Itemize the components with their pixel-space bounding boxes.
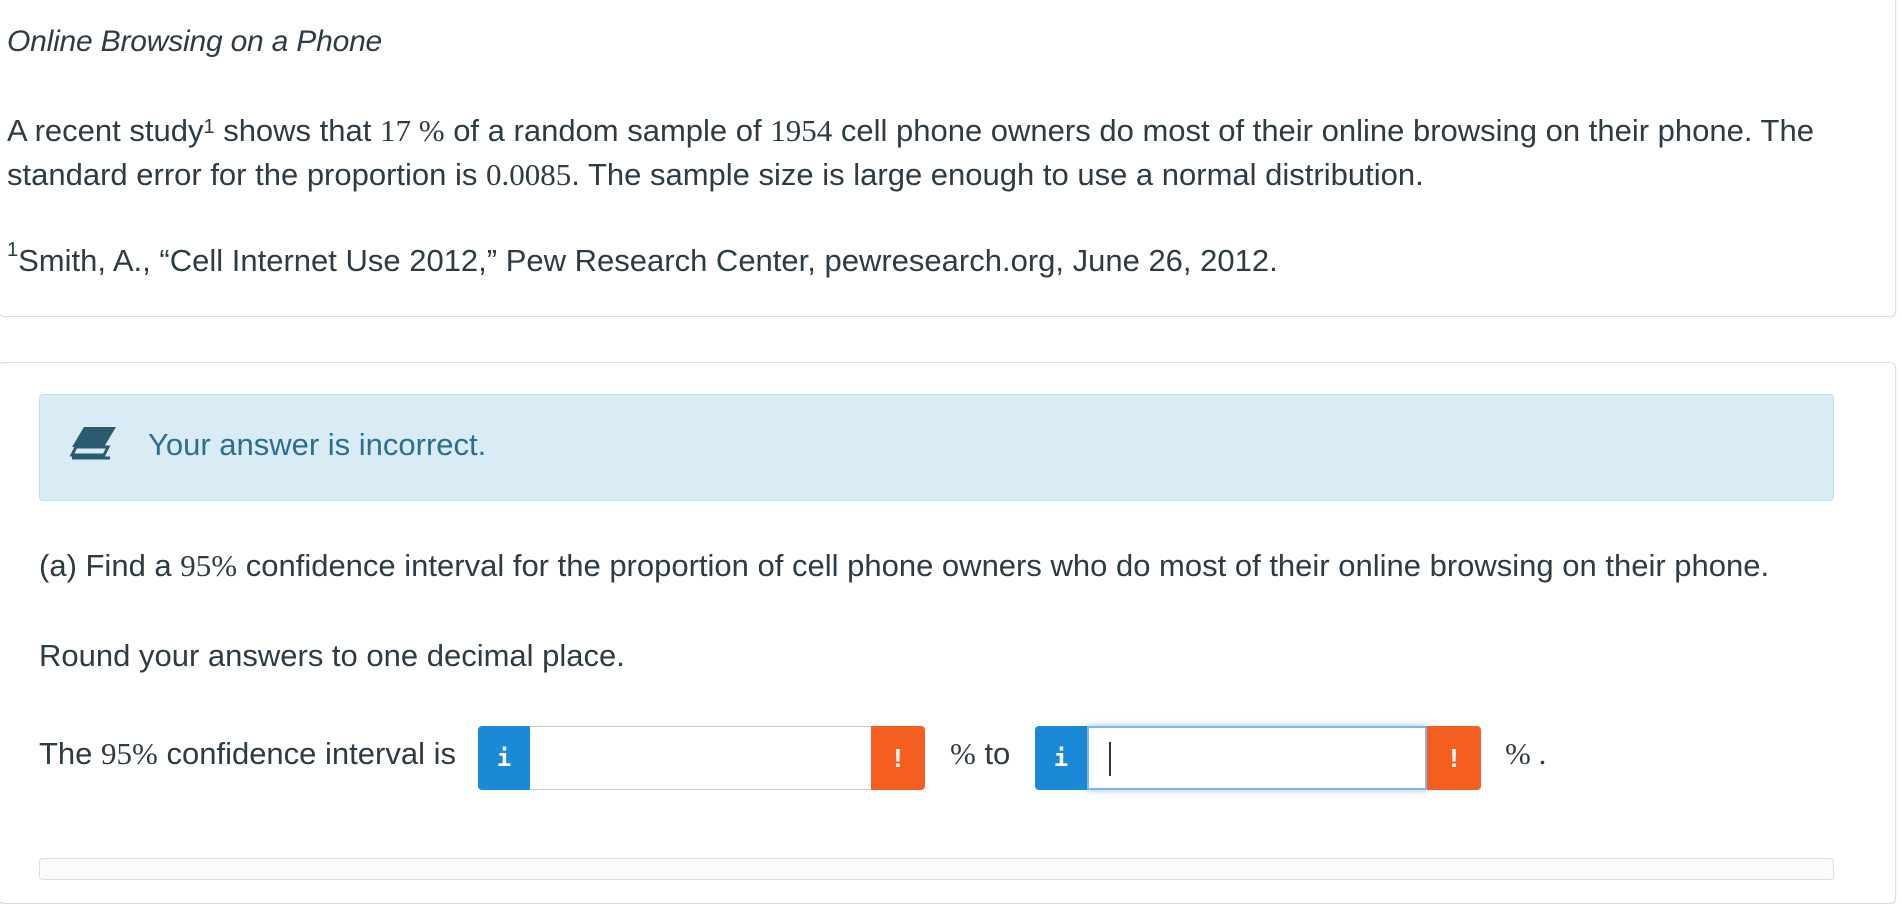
end-unit: % .: [1505, 736, 1547, 771]
problem-statement: A recent study1 shows that 17 % of a ran…: [7, 113, 1814, 192]
upper-warning-button[interactable]: !: [1427, 726, 1481, 790]
sample-size: 1954: [770, 113, 833, 148]
percent-value: 17 %: [380, 113, 445, 148]
text-cursor: [1109, 742, 1111, 776]
problem-card: Online Browsing on a Phone A recent stud…: [0, 0, 1896, 317]
lower-info-button[interactable]: i: [478, 726, 530, 790]
feedback-message: Your answer is incorrect.: [148, 427, 487, 462]
upper-bound-input[interactable]: [1087, 726, 1427, 790]
feedback-alert: Your answer is incorrect.: [39, 394, 1834, 501]
lower-bound-input[interactable]: [530, 726, 871, 790]
standard-error: 0.0085: [486, 157, 572, 192]
next-section-edge: [39, 858, 1834, 880]
to-separator: % to: [950, 736, 1011, 771]
lower-warning-button[interactable]: !: [871, 726, 925, 790]
question-prompt: (a) Find a 95% confidence interval for t…: [39, 548, 1770, 583]
rounding-instruction: Round your answers to one decimal place.: [39, 638, 625, 673]
problem-title: Online Browsing on a Phone: [7, 25, 383, 58]
footnote-marker: 1: [203, 116, 215, 138]
eraser-icon: [70, 427, 116, 460]
footnote: 1Smith, A., “Cell Internet Use 2012,” Pe…: [7, 239, 1278, 278]
interval-label: The 95% confidence interval is: [39, 736, 456, 771]
upper-info-button[interactable]: i: [1035, 726, 1087, 790]
